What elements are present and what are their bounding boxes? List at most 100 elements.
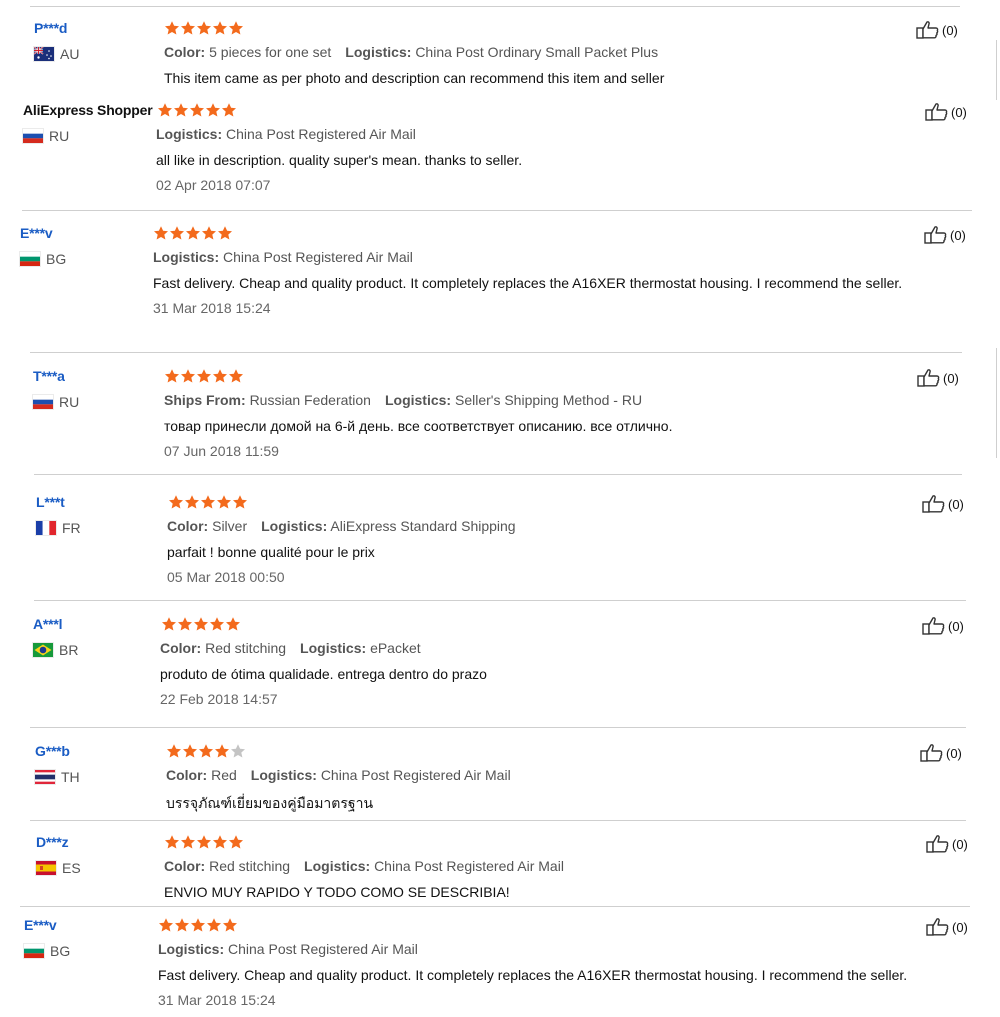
review-item: G***b TH Color: Red Logistics: China Post… (35, 743, 975, 843)
star-filled-icon (225, 616, 241, 634)
helpful-button[interactable]: (0) (922, 616, 964, 636)
star-filled-icon (157, 102, 173, 120)
thumbs-up-icon (916, 21, 939, 39)
review-date: 02 Apr 2018 07:07 (156, 177, 271, 193)
star-filled-icon (153, 225, 169, 243)
star-rating (153, 225, 233, 243)
thumbs-up-icon (920, 744, 943, 762)
reviewer-country: ES (36, 860, 81, 876)
review-item: E***v BG Logistics: China Post Registere… (20, 225, 972, 325)
star-filled-icon (180, 368, 196, 386)
scrollbar-edge (996, 40, 997, 100)
review-meta: Logistics: China Post Registered Air Mai… (153, 249, 413, 265)
thumbs-up-icon (922, 495, 945, 513)
review-meta: Color: Silver Logistics: AliExpress Stand… (167, 518, 516, 534)
star-rating (157, 102, 237, 120)
review-item: T***a RU Ships From: Russian Federation L… (33, 368, 973, 468)
review-item: E***v BG Logistics: China Post Registere… (24, 917, 974, 1017)
star-filled-icon (232, 494, 248, 512)
star-filled-icon (201, 225, 217, 243)
helpful-button[interactable]: (0) (924, 225, 966, 245)
divider (30, 352, 962, 353)
star-rating (164, 20, 244, 38)
reviewer-country: BG (20, 251, 66, 267)
star-filled-icon (228, 368, 244, 386)
reviewer-name[interactable]: AliExpress Shopper (23, 102, 153, 118)
star-rating (164, 834, 244, 852)
flag-au-icon (34, 47, 54, 61)
review-meta: Color: Red Logistics: China Post Register… (166, 767, 511, 783)
helpful-button[interactable]: (0) (925, 102, 967, 122)
star-rating (168, 494, 248, 512)
star-rating (161, 616, 241, 634)
star-filled-icon (228, 20, 244, 38)
star-filled-icon (196, 834, 212, 852)
reviewer-name[interactable]: L***t (36, 494, 65, 510)
star-filled-icon (164, 368, 180, 386)
star-filled-icon (193, 616, 209, 634)
star-filled-icon (184, 494, 200, 512)
helpful-button[interactable]: (0) (917, 368, 959, 388)
thumbs-up-icon (917, 369, 940, 387)
review-item: A***l BR Color: Red stitching Logistics: … (33, 616, 973, 716)
helpful-button[interactable]: (0) (926, 917, 968, 937)
helpful-button[interactable]: (0) (916, 20, 958, 40)
reviewer-name[interactable]: P***d (34, 20, 67, 36)
thumbs-up-icon (925, 103, 948, 121)
reviewer-name[interactable]: E***v (20, 225, 53, 241)
review-meta: Ships From: Russian Federation Logistics:… (164, 392, 643, 408)
star-filled-icon (214, 743, 230, 761)
reviewer-country: RU (33, 394, 79, 410)
star-filled-icon (200, 494, 216, 512)
divider (30, 6, 960, 7)
reviewer-country: BG (24, 943, 70, 959)
review-text: parfait ! bonne qualité pour le prix (167, 544, 375, 560)
star-filled-icon (168, 494, 184, 512)
star-filled-icon (212, 834, 228, 852)
helpful-button[interactable]: (0) (920, 743, 962, 763)
review-date: 05 Mar 2018 00:50 (167, 569, 285, 585)
review-date: 31 Mar 2018 15:24 (153, 300, 271, 316)
star-filled-icon (182, 743, 198, 761)
star-filled-icon (212, 368, 228, 386)
divider (22, 210, 972, 211)
review-date: 22 Feb 2018 14:57 (160, 691, 278, 707)
star-filled-icon (228, 834, 244, 852)
review-text: Fast delivery. Cheap and quality product… (153, 275, 903, 291)
star-filled-icon (158, 917, 174, 935)
star-filled-icon (221, 102, 237, 120)
star-filled-icon (222, 917, 238, 935)
reviewer-name[interactable]: D***z (36, 834, 69, 850)
reviewer-name[interactable]: G***b (35, 743, 70, 759)
reviewer-name[interactable]: T***a (33, 368, 65, 384)
reviewer-country: FR (36, 520, 81, 536)
helpful-button[interactable]: (0) (926, 834, 968, 854)
reviewer-name[interactable]: A***l (33, 616, 63, 632)
star-filled-icon (169, 225, 185, 243)
divider (30, 727, 966, 728)
divider (34, 474, 962, 475)
star-filled-icon (196, 20, 212, 38)
star-filled-icon (217, 225, 233, 243)
review-meta: Color: Red stitching Logistics: ePacket (160, 640, 421, 656)
star-filled-icon (206, 917, 222, 935)
review-meta: Color: Red stitching Logistics: China Pos… (164, 858, 564, 874)
reviewer-country: RU (23, 128, 69, 144)
helpful-button[interactable]: (0) (922, 494, 964, 514)
review-text: товар принесли домой на 6-й день. все со… (164, 418, 673, 434)
star-filled-icon (196, 368, 212, 386)
flag-bg-icon (20, 252, 40, 266)
star-rating (158, 917, 238, 935)
star-filled-icon (198, 743, 214, 761)
thumbs-up-icon (924, 226, 947, 244)
star-filled-icon (216, 494, 232, 512)
star-filled-icon (174, 917, 190, 935)
flag-ru-icon (33, 395, 53, 409)
scrollbar-edge (996, 348, 997, 458)
star-rating (164, 368, 244, 386)
review-text: all like in description. quality super's… (156, 152, 523, 168)
flag-ru-icon (23, 129, 43, 143)
review-text: This item came as per photo and descript… (164, 70, 665, 86)
reviewer-name[interactable]: E***v (24, 917, 57, 933)
star-filled-icon (205, 102, 221, 120)
